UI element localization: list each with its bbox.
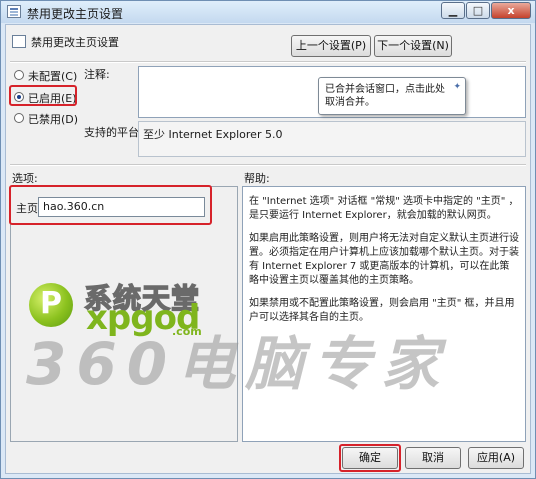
- options-label: 选项:: [12, 172, 38, 185]
- dialog-content: 禁用更改主页设置 上一个设置(P) 下一个设置(N) 未配置(C) 已启用(E)…: [5, 24, 531, 474]
- next-setting-button[interactable]: 下一个设置(N): [374, 35, 452, 57]
- policy-name: 禁用更改主页设置: [31, 36, 119, 49]
- close-button[interactable]: x: [491, 2, 531, 19]
- radio-not-configured[interactable]: [14, 70, 24, 80]
- header-divider: [10, 61, 526, 63]
- setting-icon: [12, 35, 26, 48]
- policy-dialog-window: 禁用更改主页设置 ▁ □ x 禁用更改主页设置 上一个设置(P) 下一个设置(N…: [0, 0, 536, 479]
- merge-window-tooltip[interactable]: 已合并会话窗口，点击此处取消合并。 ✦: [318, 77, 466, 115]
- window-title: 禁用更改主页设置: [27, 7, 124, 21]
- title-bar[interactable]: 禁用更改主页设置 ▁ □ x: [1, 1, 535, 23]
- platform-label: 支持的平台:: [84, 126, 143, 139]
- platform-field: 至少 Internet Explorer 5.0: [138, 121, 526, 157]
- pin-icon[interactable]: ✦: [453, 81, 461, 94]
- platform-divider: [10, 164, 526, 166]
- maximize-button[interactable]: □: [466, 2, 490, 19]
- enabled-highlight-box: [9, 85, 77, 106]
- help-panel[interactable]: 在 "Internet 选项" 对话框 "常规" 选项卡中指定的 "主页" ，是…: [242, 186, 526, 442]
- radio-disabled[interactable]: [14, 113, 24, 123]
- cancel-button[interactable]: 取消: [405, 447, 461, 469]
- tooltip-text: 已合并会话窗口，点击此处取消合并。: [325, 84, 445, 108]
- logo-letter: P: [40, 286, 62, 321]
- help-paragraph: 如果启用此策略设置，则用户将无法对自定义默认主页进行设置。必须指定在用户计算机上…: [249, 233, 519, 286]
- radio-label-disabled: 已禁用(D): [28, 113, 79, 126]
- watermark-big-text: 360电脑专家: [26, 330, 450, 398]
- platform-value: 至少 Internet Explorer 5.0: [143, 128, 283, 141]
- prev-setting-button[interactable]: 上一个设置(P): [291, 35, 371, 57]
- help-paragraph: 在 "Internet 选项" 对话框 "常规" 选项卡中指定的 "主页" ，是…: [249, 196, 519, 221]
- policy-icon: [7, 5, 21, 18]
- homepage-highlight-box: [9, 185, 212, 225]
- help-label: 帮助:: [244, 172, 270, 185]
- minimize-button[interactable]: ▁: [441, 2, 465, 19]
- radio-label-not-configured: 未配置(C): [28, 70, 78, 83]
- ok-highlight-box: [339, 444, 401, 472]
- comment-label: 注释:: [84, 68, 110, 81]
- apply-button[interactable]: 应用(A): [468, 447, 524, 469]
